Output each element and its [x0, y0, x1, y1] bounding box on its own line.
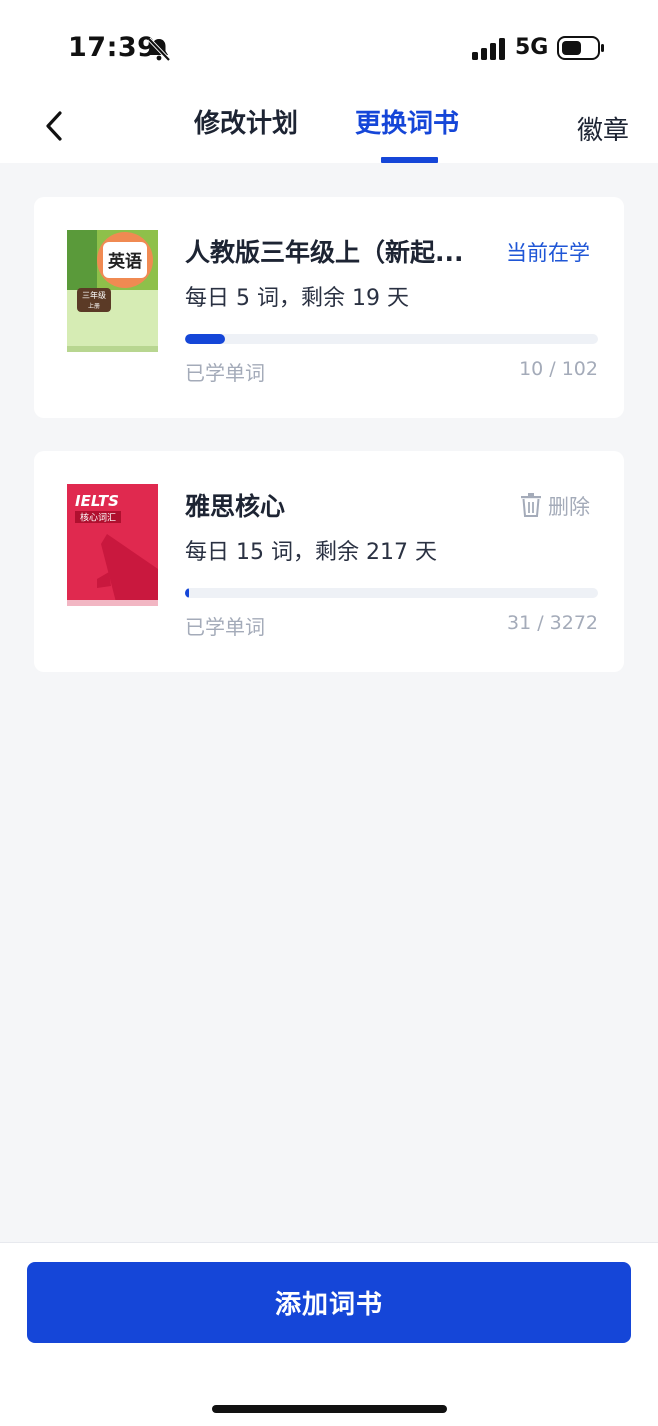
battery-icon	[557, 36, 604, 60]
progress-fill	[185, 588, 189, 598]
bell-muted-icon	[147, 37, 171, 62]
delete-button[interactable]: 删除	[520, 491, 590, 521]
progress-track	[185, 588, 598, 598]
cover-grade-text: 三年级	[82, 290, 106, 300]
book-title: 人教版三年级上（新起...	[185, 238, 464, 267]
cover-subject-text: 英语	[108, 251, 142, 272]
learned-words-label: 已学单词	[185, 361, 265, 385]
tab-change-book[interactable]: 更换词书	[355, 103, 459, 140]
top-bar: 17:39 5G 修改计划 更换词书 徽章	[0, 0, 658, 163]
cellular-signal-icon	[472, 38, 505, 60]
progress-fill	[185, 334, 226, 344]
book-cover-image: IELTS 核心词汇	[67, 484, 158, 606]
back-chevron-icon[interactable]	[40, 108, 68, 144]
learned-words-label: 已学单词	[185, 615, 265, 639]
wordbook-card[interactable]: IELTS 核心词汇 雅思核心 删除 每日 15 词，剩余 217 天 已学单词…	[34, 451, 624, 672]
progress-track	[185, 334, 598, 344]
home-indicator	[212, 1405, 447, 1413]
add-wordbook-button[interactable]: 添加词书	[27, 1262, 631, 1343]
wordbook-card[interactable]: 英语 三年级 上册 人教版三年级上（新起... 当前在学 每日 5 词，剩余 1…	[34, 197, 624, 418]
daily-plan-text: 每日 5 词，剩余 19 天	[185, 286, 409, 311]
cover-brand-text: IELTS	[75, 492, 119, 510]
learned-words-count: 31 / 3272	[506, 612, 598, 634]
status-time: 17:39	[68, 32, 157, 63]
bottom-bar: 添加词书	[0, 1242, 658, 1426]
learned-words-count: 10 / 102	[519, 358, 598, 380]
active-tab-indicator	[381, 157, 438, 163]
badge-link[interactable]: 徽章	[577, 110, 629, 147]
network-type: 5G	[515, 35, 549, 60]
trash-icon	[521, 493, 541, 517]
cover-volume-text: 上册	[88, 302, 100, 310]
tab-modify-plan[interactable]: 修改计划	[194, 103, 298, 140]
cover-subtitle-text: 核心词汇	[80, 512, 116, 524]
daily-plan-text: 每日 15 词，剩余 217 天	[185, 540, 437, 565]
current-learning-label: 当前在学	[506, 241, 590, 265]
book-title: 雅思核心	[185, 492, 286, 521]
book-cover-image: 英语 三年级 上册	[67, 230, 158, 352]
delete-label: 删除	[548, 495, 590, 519]
